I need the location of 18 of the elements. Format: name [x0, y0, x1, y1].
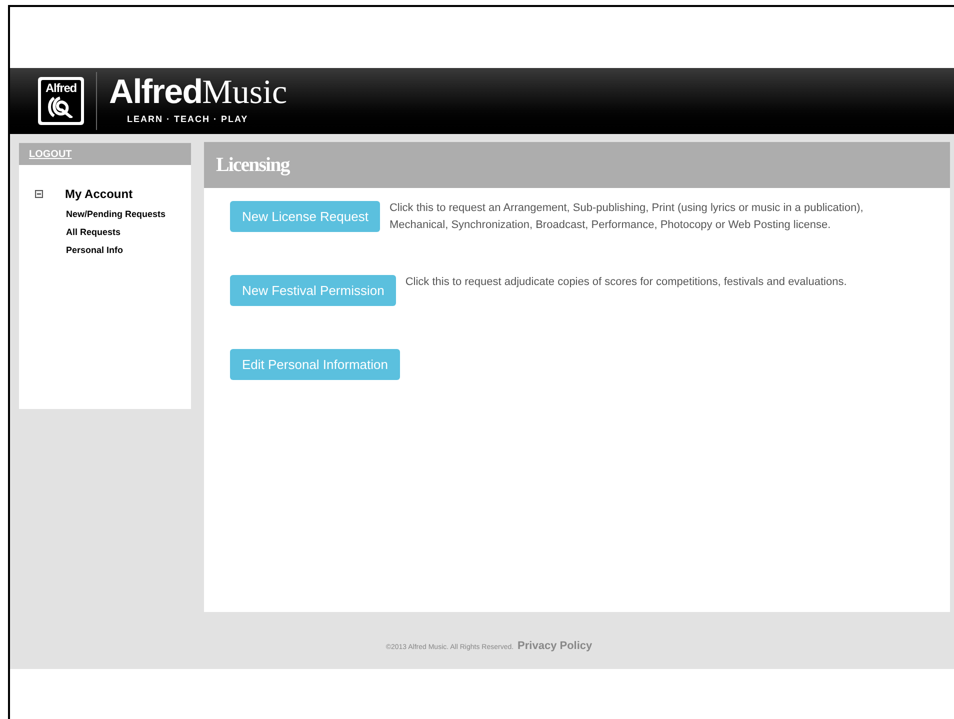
clef-icon: [46, 94, 76, 118]
collapse-icon[interactable]: [35, 190, 43, 198]
sidebar-link[interactable]: All Requests: [66, 226, 191, 238]
privacy-policy-link[interactable]: Privacy Policy: [518, 638, 592, 654]
sidebar-link[interactable]: New/Pending Requests: [66, 208, 191, 220]
action-description: Click this to request adjudicate copies of scores for competitions, festivals and evaluations.: [405, 275, 848, 290]
brand-name: Alfred: [109, 75, 202, 110]
page-title: Licensing: [216, 153, 290, 178]
action-button[interactable]: New License Request: [230, 201, 380, 232]
action-button[interactable]: Edit Personal Information: [230, 349, 400, 380]
logo-badge-text: Alfred: [45, 82, 77, 94]
logout-link[interactable]: LOGOUT: [29, 146, 72, 162]
tagline: LEARN · TEACH · PLAY: [127, 113, 248, 126]
brand-name: Music: [202, 76, 288, 110]
action-description: Click this to request an Arrangement, Sub-publishing, Print (using lyrics or music in a publication), Mechanical, Synchronization, Broadcast, Performance, Photocopy or Web Posting license.: [389, 201, 864, 233]
sidebar-link[interactable]: Personal Info: [66, 244, 191, 256]
section-title[interactable]: My Account: [65, 185, 133, 203]
action-button[interactable]: New Festival Permission: [230, 275, 396, 306]
